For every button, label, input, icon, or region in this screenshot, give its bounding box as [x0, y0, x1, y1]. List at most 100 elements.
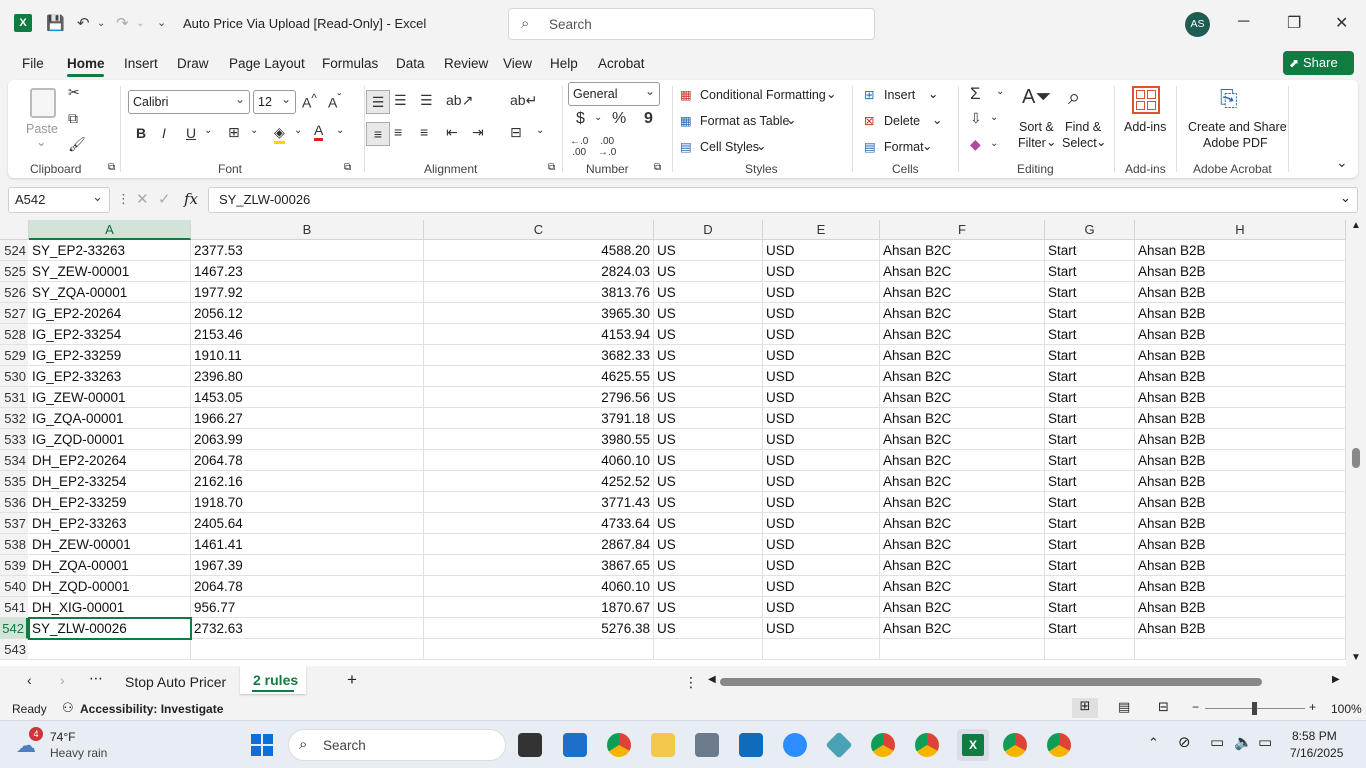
cell-a-525[interactable]: SY_ZEW-00001	[29, 261, 191, 282]
cell-a-527[interactable]: IG_EP2-20264	[29, 303, 191, 324]
cell-f-543[interactable]	[880, 639, 1045, 660]
cell-d-524[interactable]: US	[654, 240, 763, 261]
underline-button[interactable]: U	[186, 125, 196, 141]
column-header-b[interactable]: B	[191, 220, 424, 240]
cell-g-530[interactable]: Start	[1045, 366, 1135, 387]
volume-icon[interactable]: 🔈	[1234, 733, 1253, 751]
clipboard-launcher-icon[interactable]: ⧉	[108, 162, 115, 173]
cell-h-530[interactable]: Ahsan B2B	[1135, 366, 1346, 387]
cell-b-536[interactable]: 1918.70	[191, 492, 424, 513]
cell-g-525[interactable]: Start	[1045, 261, 1135, 282]
increase-indent-icon[interactable]: ⇥	[472, 124, 484, 141]
paste-dropdown-icon[interactable]: ⌄	[36, 134, 46, 149]
column-header-h[interactable]: H	[1135, 220, 1346, 240]
show-hidden-icons-icon[interactable]: ⌃	[1148, 735, 1159, 751]
cell-d-535[interactable]: US	[654, 471, 763, 492]
fill-dropdown-icon[interactable]: ⌄	[990, 112, 998, 123]
cell-e-533[interactable]: USD	[763, 429, 880, 450]
create-share-pdf-label-2[interactable]: Adobe PDF	[1203, 136, 1268, 150]
row-header[interactable]: 526	[0, 282, 28, 303]
conditional-formatting-button[interactable]: Conditional Formatting	[700, 88, 826, 102]
comma-button[interactable]: 9	[644, 110, 653, 128]
prev-sheet-icon[interactable]: ‹	[27, 672, 32, 688]
decrease-indent-icon[interactable]: ⇤	[446, 124, 458, 141]
chrome-icon[interactable]	[607, 733, 631, 757]
cell-b-543[interactable]	[191, 639, 424, 660]
row-header[interactable]: 525	[0, 261, 28, 282]
column-header-f[interactable]: F	[880, 220, 1045, 240]
cancel-entry-icon[interactable]: ✕	[136, 190, 149, 208]
save-icon[interactable]: 💾	[46, 14, 65, 32]
find-select-label-1[interactable]: Find &	[1065, 120, 1101, 134]
cell-h-526[interactable]: Ahsan B2B	[1135, 282, 1346, 303]
fill-icon[interactable]: ⇩	[970, 110, 982, 127]
accessibility-status[interactable]: Accessibility: Investigate	[80, 702, 223, 716]
top-align-icon[interactable]: ☰	[366, 90, 390, 114]
cell-g-543[interactable]	[1045, 639, 1135, 660]
network-icon[interactable]: ⊘	[1178, 733, 1191, 751]
cell-h-529[interactable]: Ahsan B2B	[1135, 345, 1346, 366]
cell-e-530[interactable]: USD	[763, 366, 880, 387]
row-header[interactable]: 542	[0, 618, 28, 639]
cell-g-533[interactable]: Start	[1045, 429, 1135, 450]
undo-dropdown-icon[interactable]: ⌄	[97, 18, 105, 29]
clear-icon[interactable]: ◆	[970, 136, 981, 153]
row-header[interactable]: 531	[0, 387, 28, 408]
borders-dropdown-icon[interactable]: ⌄	[250, 125, 258, 136]
decrease-font-icon[interactable]: Aˇ	[328, 92, 341, 111]
orientation-icon[interactable]: ab↗	[446, 92, 473, 109]
font-launcher-icon[interactable]: ⧉	[344, 162, 351, 173]
cell-b-531[interactable]: 1453.05	[191, 387, 424, 408]
cell-h-540[interactable]: Ahsan B2B	[1135, 576, 1346, 597]
cell-a-536[interactable]: DH_EP2-33259	[29, 492, 191, 513]
cell-h-539[interactable]: Ahsan B2B	[1135, 555, 1346, 576]
increase-font-icon[interactable]: A^	[302, 92, 317, 111]
sheet-tab-stop-auto-pricer[interactable]: Stop Auto Pricer	[125, 674, 226, 690]
share-button[interactable]: Share	[1283, 51, 1354, 75]
align-center-icon[interactable]: ≡	[394, 124, 402, 140]
cell-f-540[interactable]: Ahsan B2C	[880, 576, 1045, 597]
row-header[interactable]: 529	[0, 345, 28, 366]
scroll-up-icon[interactable]: ▲	[1351, 220, 1361, 231]
cell-e-529[interactable]: USD	[763, 345, 880, 366]
sort-filter-label-1[interactable]: Sort &	[1019, 120, 1054, 134]
cell-c-542[interactable]: 5276.38	[424, 618, 654, 639]
cell-f-529[interactable]: Ahsan B2C	[880, 345, 1045, 366]
row-header[interactable]: 538	[0, 534, 28, 555]
decrease-decimal-icon[interactable]: .00 →.0	[598, 136, 616, 158]
cell-h-541[interactable]: Ahsan B2B	[1135, 597, 1346, 618]
row-header[interactable]: 537	[0, 513, 28, 534]
bottom-align-icon[interactable]: ☰	[420, 92, 433, 109]
display-icon[interactable]: ▭	[1210, 733, 1224, 751]
cell-d-526[interactable]: US	[654, 282, 763, 303]
cell-a-531[interactable]: IG_ZEW-00001	[29, 387, 191, 408]
sort-filter-label-2[interactable]: Filter	[1018, 136, 1046, 150]
cell-f-539[interactable]: Ahsan B2C	[880, 555, 1045, 576]
row-header[interactable]: 532	[0, 408, 28, 429]
redo-icon[interactable]: ↷	[116, 14, 129, 32]
cell-f-525[interactable]: Ahsan B2C	[880, 261, 1045, 282]
cell-f-533[interactable]: Ahsan B2C	[880, 429, 1045, 450]
menu-review[interactable]: Review	[444, 56, 488, 71]
cell-f-541[interactable]: Ahsan B2C	[880, 597, 1045, 618]
cell-h-537[interactable]: Ahsan B2B	[1135, 513, 1346, 534]
cell-d-534[interactable]: US	[654, 450, 763, 471]
hscroll-right-icon[interactable]: ▶	[1332, 674, 1340, 685]
clock-time[interactable]: 8:58 PM	[1292, 729, 1337, 743]
excel-taskbar-icon[interactable]: X	[957, 729, 989, 761]
row-header[interactable]: 528	[0, 324, 28, 345]
middle-align-icon[interactable]: ☰	[394, 92, 407, 109]
conditional-formatting-dropdown-icon[interactable]: ⌄	[826, 86, 836, 101]
cell-d-537[interactable]: US	[654, 513, 763, 534]
cell-c-527[interactable]: 3965.30	[424, 303, 654, 324]
cell-a-537[interactable]: DH_EP2-33263	[29, 513, 191, 534]
vertical-scrollbar[interactable]: ▲ ▼	[1346, 220, 1366, 666]
row-header[interactable]: 533	[0, 429, 28, 450]
autosum-dropdown-icon[interactable]: ⌄	[996, 86, 1004, 97]
cell-f-534[interactable]: Ahsan B2C	[880, 450, 1045, 471]
cell-a-539[interactable]: DH_ZQA-00001	[29, 555, 191, 576]
cell-a-524[interactable]: SY_EP2-33263	[29, 240, 191, 261]
cell-d-536[interactable]: US	[654, 492, 763, 513]
select-all-corner[interactable]	[0, 220, 29, 240]
chrome-profile-2-icon[interactable]	[915, 733, 939, 757]
